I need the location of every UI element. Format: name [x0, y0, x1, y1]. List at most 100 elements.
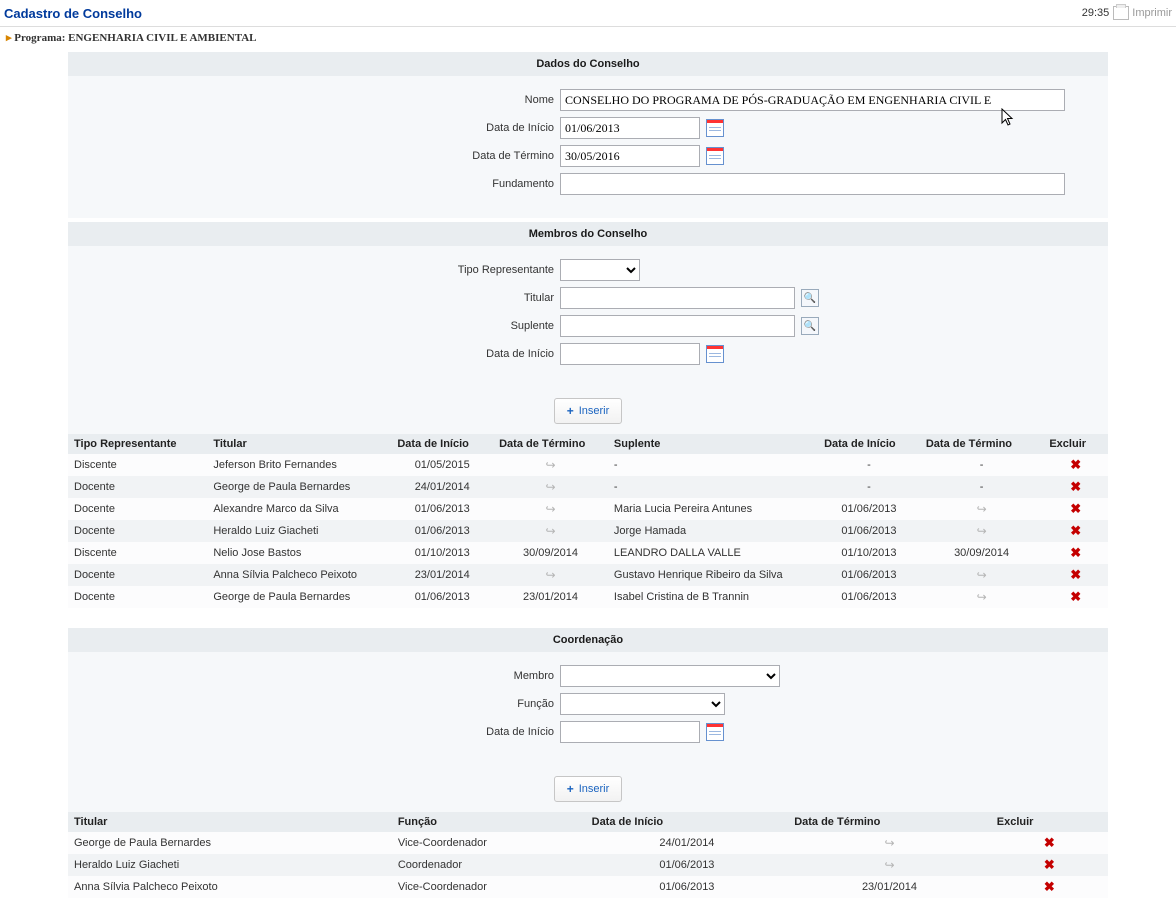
cell: Jorge Hamada [608, 520, 818, 542]
delete-icon[interactable]: ✖ [1044, 835, 1055, 850]
table-row: DocenteAlexandre Marco da Silva01/06/201… [68, 498, 1108, 520]
funcao-select[interactable] [560, 693, 725, 715]
cell: 01/06/2013 [818, 498, 920, 520]
nome-input[interactable] [560, 89, 1065, 111]
data-termino-input[interactable] [560, 145, 700, 167]
cell: George de Paula Bernardes [207, 586, 391, 608]
table-row: Heraldo Luiz GiachetiCoordenador01/06/20… [68, 854, 1108, 876]
arrow-icon: ↪ [977, 590, 987, 604]
print-label: Imprimir [1132, 7, 1172, 19]
titular-label: Titular [68, 292, 560, 304]
cell: LEANDRO DALLA VALLE [608, 542, 818, 564]
delete-icon[interactable]: ✖ [1070, 589, 1081, 604]
cell: Discente [68, 454, 207, 476]
cell: 01/06/2013 [586, 854, 789, 876]
cell: George de Paula Bernardes [207, 476, 391, 498]
cell: Docente [68, 498, 207, 520]
cell: ↪ [493, 520, 608, 542]
table-row: Anna Sílvia Palcheco PeixotoVice-Coorden… [68, 876, 1108, 898]
arrow-icon: ↪ [545, 480, 555, 494]
membros-data-inicio-label: Data de Início [68, 348, 560, 360]
cell: ✖ [1043, 520, 1108, 542]
cell: ↪ [920, 520, 1044, 542]
table-row: DocenteGeorge de Paula Bernardes24/01/20… [68, 476, 1108, 498]
column-header: Tipo Representante [68, 434, 207, 454]
coord-table: TitularFunçãoData de InícioData de Térmi… [68, 812, 1108, 898]
dados-header: Dados do Conselho [68, 52, 1108, 76]
suplente-input[interactable] [560, 315, 795, 337]
table-row: DiscenteJeferson Brito Fernandes01/05/20… [68, 454, 1108, 476]
arrow-icon: ↪ [545, 502, 555, 516]
delete-icon[interactable]: ✖ [1070, 479, 1081, 494]
cell: 23/01/2014 [391, 564, 493, 586]
cell: Gustavo Henrique Ribeiro da Silva [608, 564, 818, 586]
delete-icon[interactable]: ✖ [1070, 457, 1081, 472]
cell: Isabel Cristina de B Trannin [608, 586, 818, 608]
calendar-icon[interactable] [706, 345, 724, 363]
cell: 30/09/2014 [493, 542, 608, 564]
column-header: Data de Início [586, 812, 789, 832]
data-inicio-label: Data de Início [68, 122, 560, 134]
column-header: Data de Início [818, 434, 920, 454]
column-header: Data de Início [391, 434, 493, 454]
lookup-icon[interactable]: 🔍 [801, 317, 819, 335]
membros-data-inicio-input[interactable] [560, 343, 700, 365]
titular-input[interactable] [560, 287, 795, 309]
data-inicio-input[interactable] [560, 117, 700, 139]
delete-icon[interactable]: ✖ [1070, 501, 1081, 516]
suplente-label: Suplente [68, 320, 560, 332]
table-row: DiscenteNelio Jose Bastos01/10/201330/09… [68, 542, 1108, 564]
cell: 01/10/2013 [391, 542, 493, 564]
cell: ↪ [788, 832, 991, 854]
table-row: DocenteAnna Sílvia Palcheco Peixoto23/01… [68, 564, 1108, 586]
cell: ✖ [1043, 454, 1108, 476]
lookup-icon[interactable]: 🔍 [801, 289, 819, 307]
calendar-icon[interactable] [706, 723, 724, 741]
arrow-icon: ↪ [977, 524, 987, 538]
cell: ↪ [920, 498, 1044, 520]
cell: Heraldo Luiz Giacheti [68, 854, 392, 876]
cell: 01/06/2013 [818, 520, 920, 542]
column-header: Excluir [1043, 434, 1108, 454]
delete-icon[interactable]: ✖ [1070, 545, 1081, 560]
membro-select[interactable] [560, 665, 780, 687]
data-termino-label: Data de Término [68, 150, 560, 162]
inserir-coord-button[interactable]: + Inserir [554, 776, 623, 802]
cell: Docente [68, 564, 207, 586]
cell: ↪ [493, 476, 608, 498]
delete-icon[interactable]: ✖ [1044, 879, 1055, 894]
cell: 01/06/2013 [391, 520, 493, 542]
coord-header: Coordenação [68, 628, 1108, 652]
cell: - [818, 476, 920, 498]
membros-header: Membros do Conselho [68, 222, 1108, 246]
coord-data-inicio-input[interactable] [560, 721, 700, 743]
cell: Vice-Coordenador [392, 832, 586, 854]
page-title: Cadastro de Conselho [4, 6, 142, 21]
fundamento-input[interactable] [560, 173, 1065, 195]
cell: Heraldo Luiz Giacheti [207, 520, 391, 542]
cell: ✖ [1043, 542, 1108, 564]
inserir-label: Inserir [579, 783, 610, 795]
cell: 01/06/2013 [586, 876, 789, 898]
cell: Nelio Jose Bastos [207, 542, 391, 564]
table-row: DocenteGeorge de Paula Bernardes 01/06/20… [68, 586, 1108, 608]
inserir-label: Inserir [579, 405, 610, 417]
cell: 24/01/2014 [586, 832, 789, 854]
column-header: Data de Término [920, 434, 1044, 454]
calendar-icon[interactable] [706, 119, 724, 137]
print-button[interactable]: Imprimir [1113, 6, 1172, 20]
arrow-icon: ↪ [545, 458, 555, 472]
cell: Anna Sílvia Palcheco Peixoto [207, 564, 391, 586]
delete-icon[interactable]: ✖ [1070, 567, 1081, 582]
calendar-icon[interactable] [706, 147, 724, 165]
cell: 01/06/2013 [818, 586, 920, 608]
cell: - [920, 454, 1044, 476]
delete-icon[interactable]: ✖ [1044, 857, 1055, 872]
table-row: George de Paula BernardesVice-Coordenado… [68, 832, 1108, 854]
inserir-membro-button[interactable]: + Inserir [554, 398, 623, 424]
cell: ✖ [991, 876, 1108, 898]
cell: Docente [68, 586, 207, 608]
delete-icon[interactable]: ✖ [1070, 523, 1081, 538]
coord-data-inicio-label: Data de Início [68, 726, 560, 738]
tipo-select[interactable] [560, 259, 640, 281]
